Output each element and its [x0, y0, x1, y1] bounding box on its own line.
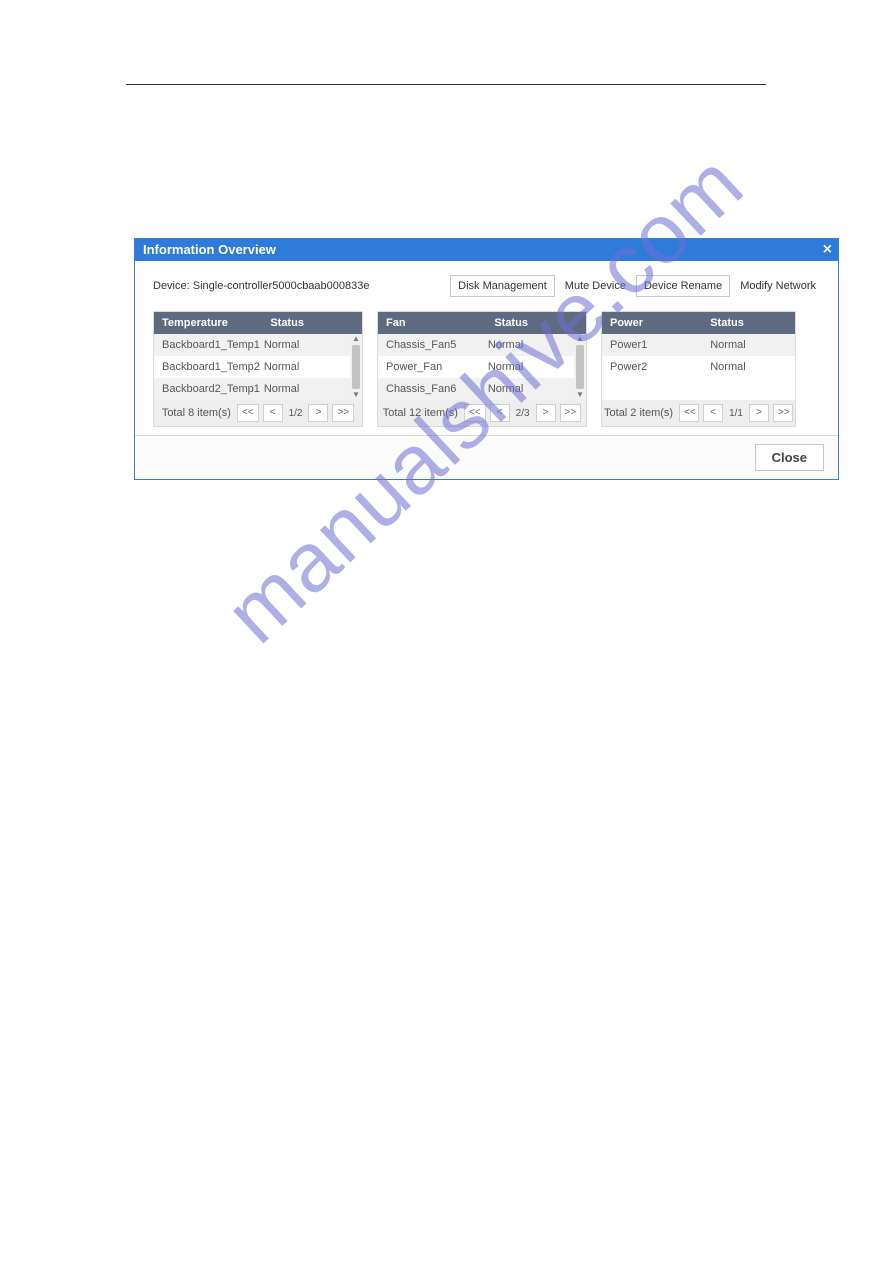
temperature-col-status: Status	[266, 312, 362, 334]
scroll-thumb[interactable]	[352, 345, 360, 389]
page-next-button[interactable]: >	[308, 404, 328, 422]
close-icon[interactable]: ×	[823, 239, 832, 261]
power-header: Power Status	[602, 312, 795, 334]
table-row: Power_Fan Normal	[378, 356, 574, 378]
temperature-rows: Backboard1_Temp1 Normal Backboard1_Temp2…	[154, 334, 362, 400]
page-indicator: 2/3	[514, 408, 532, 419]
page-prev-button[interactable]: <	[490, 404, 510, 422]
panels: Temperature Status Backboard1_Temp1 Norm…	[153, 311, 820, 427]
page-last-button[interactable]: >>	[332, 404, 354, 422]
scrollbar[interactable]: ▲ ▼	[574, 334, 586, 400]
power-rows: Power1 Normal Power2 Normal	[602, 334, 795, 400]
cell-name: Backboard2_Temp1	[154, 378, 260, 400]
information-overview-dialog: Information Overview × Device: Single-co…	[134, 238, 839, 480]
table-row: Backboard1_Temp1 Normal	[154, 334, 350, 356]
cell-name: Backboard1_Temp2	[154, 356, 260, 378]
temperature-col-name: Temperature	[154, 312, 266, 334]
cell-name: Power_Fan	[378, 356, 484, 378]
total-label: Total 8 item(s)	[162, 407, 231, 419]
device-rename-button[interactable]: Device Rename	[636, 275, 730, 297]
dialog-body: Device: Single-controller5000cbaab000833…	[135, 261, 838, 435]
total-label: Total 12 item(s)	[383, 407, 458, 419]
fan-panel: Fan Status Chassis_Fan5 Normal Power_Fan…	[377, 311, 587, 427]
cell-name: Chassis_Fan6	[378, 378, 484, 400]
temperature-footer: Total 8 item(s) << < 1/2 > >>	[154, 400, 362, 426]
power-panel: Power Status Power1 Normal Power2 Normal	[601, 311, 796, 427]
disk-management-button[interactable]: Disk Management	[450, 275, 555, 297]
cell-status: Normal	[484, 356, 574, 378]
table-row: Chassis_Fan5 Normal	[378, 334, 574, 356]
dialog-header: Information Overview ×	[135, 239, 838, 261]
page-prev-button[interactable]: <	[703, 404, 723, 422]
page-prev-button[interactable]: <	[263, 404, 283, 422]
scroll-down-icon[interactable]: ▼	[576, 390, 584, 400]
modify-network-button[interactable]: Modify Network	[736, 277, 820, 295]
scroll-up-icon[interactable]: ▲	[576, 334, 584, 344]
power-footer: Total 2 item(s) << < 1/1 > >>	[602, 400, 795, 426]
close-button[interactable]: Close	[755, 444, 824, 471]
table-row: Power1 Normal	[602, 334, 795, 356]
power-col-name: Power	[602, 312, 706, 334]
table-row: Backboard2_Temp1 Normal	[154, 378, 350, 400]
temperature-panel: Temperature Status Backboard1_Temp1 Norm…	[153, 311, 363, 427]
fan-footer: Total 12 item(s) << < 2/3 > >>	[378, 400, 586, 426]
cell-status: Normal	[484, 378, 574, 400]
cell-name: Power2	[602, 356, 706, 378]
device-label: Device: Single-controller5000cbaab000833…	[153, 280, 369, 292]
dialog-title: Information Overview	[143, 242, 276, 257]
cell-status: Normal	[484, 334, 574, 356]
page-indicator: 1/2	[287, 408, 305, 419]
page-last-button[interactable]: >>	[773, 404, 793, 422]
cell-name: Power1	[602, 334, 706, 356]
fan-rows: Chassis_Fan5 Normal Power_Fan Normal Cha…	[378, 334, 586, 400]
action-buttons: Disk Management Mute Device Device Renam…	[450, 275, 820, 297]
cell-name: Backboard1_Temp1	[154, 334, 260, 356]
total-label: Total 2 item(s)	[604, 407, 673, 419]
fan-col-name: Fan	[378, 312, 490, 334]
dialog-footer: Close	[135, 435, 838, 479]
table-row: Backboard1_Temp2 Normal	[154, 356, 350, 378]
scroll-down-icon[interactable]: ▼	[352, 390, 360, 400]
page-indicator: 1/1	[727, 408, 745, 419]
page-next-button[interactable]: >	[536, 404, 556, 422]
cell-status: Normal	[260, 334, 350, 356]
power-col-status: Status	[706, 312, 795, 334]
page-first-button[interactable]: <<	[464, 404, 486, 422]
fan-col-status: Status	[490, 312, 586, 334]
fan-header: Fan Status	[378, 312, 586, 334]
table-row: Chassis_Fan6 Normal	[378, 378, 574, 400]
scroll-thumb[interactable]	[576, 345, 584, 389]
page-last-button[interactable]: >>	[560, 404, 582, 422]
cell-status: Normal	[260, 378, 350, 400]
page-first-button[interactable]: <<	[237, 404, 259, 422]
page-top-rule	[126, 84, 766, 85]
page-first-button[interactable]: <<	[679, 404, 699, 422]
scroll-up-icon[interactable]: ▲	[352, 334, 360, 344]
page-next-button[interactable]: >	[749, 404, 769, 422]
cell-status: Normal	[706, 334, 795, 356]
scrollbar[interactable]: ▲ ▼	[350, 334, 362, 400]
table-row: Power2 Normal	[602, 356, 795, 378]
cell-status: Normal	[706, 356, 795, 378]
cell-status: Normal	[260, 356, 350, 378]
cell-name: Chassis_Fan5	[378, 334, 484, 356]
device-row: Device: Single-controller5000cbaab000833…	[153, 275, 820, 297]
temperature-header: Temperature Status	[154, 312, 362, 334]
mute-device-button[interactable]: Mute Device	[561, 277, 630, 295]
